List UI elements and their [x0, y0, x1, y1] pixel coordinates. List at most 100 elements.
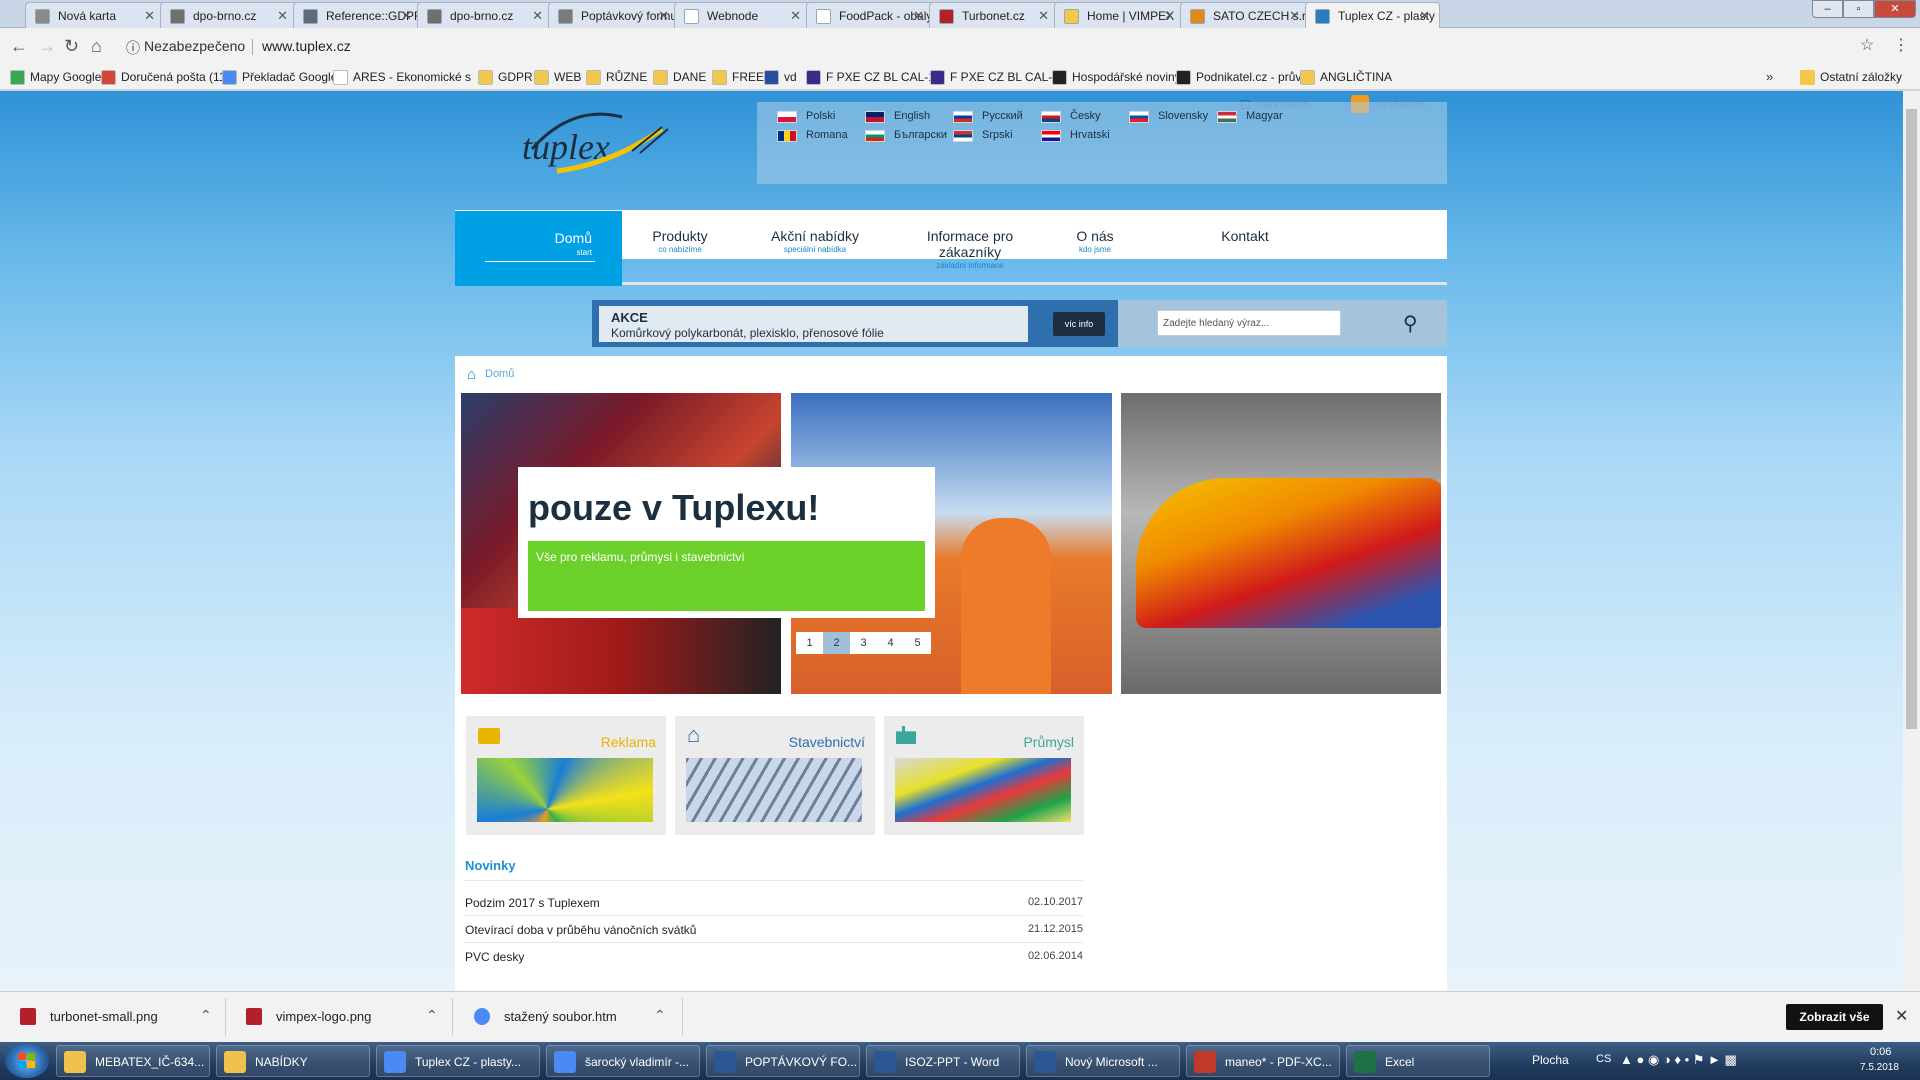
- more-bookmarks-icon[interactable]: »: [1766, 69, 1773, 84]
- breadcrumb-home[interactable]: Domů: [485, 368, 514, 380]
- download-item[interactable]: turbonet-small.png ⌃: [20, 992, 220, 1042]
- category-stavebnictvi[interactable]: ⌂ Stavebnictví: [675, 716, 875, 835]
- omnibox[interactable]: ⓘ Nezabezpečeno www.tuplex.cz: [116, 32, 1896, 62]
- taskbar-app[interactable]: ISOZ-PPT - Word: [866, 1045, 1020, 1077]
- back-icon[interactable]: ←: [10, 37, 28, 55]
- clock-time[interactable]: 0:06: [1870, 1046, 1891, 1058]
- browser-tab[interactable]: FoodPack - obaly ✕: [806, 2, 934, 28]
- maximize-button[interactable]: ▫: [1843, 0, 1874, 18]
- close-downloads-icon[interactable]: ✕: [1895, 1006, 1908, 1026]
- category-reklama[interactable]: Reklama: [466, 716, 666, 835]
- close-tab-icon[interactable]: ✕: [790, 8, 801, 24]
- bookmark-item[interactable]: Hospodářské noviny: [1052, 69, 1181, 87]
- taskbar-app[interactable]: šarocký vladimír -...: [546, 1045, 700, 1077]
- category-prumysl[interactable]: Průmysl: [884, 716, 1084, 835]
- reload-icon[interactable]: ↻: [64, 37, 79, 55]
- taskbar-app[interactable]: Nový Microsoft ...: [1026, 1045, 1180, 1077]
- forward-icon[interactable]: →: [38, 37, 56, 55]
- nav-item[interactable]: Akční nabídky speciální nabídka: [750, 228, 880, 254]
- chevron-up-icon[interactable]: ⌃: [426, 1007, 438, 1024]
- close-tab-icon[interactable]: ✕: [913, 8, 924, 24]
- browser-tab[interactable]: dpo-brno.cz ✕: [417, 2, 553, 28]
- bookmark-item[interactable]: F PXE CZ BL CAL-19: [930, 69, 1066, 87]
- bookmark-item[interactable]: vd: [764, 69, 797, 87]
- close-tab-icon[interactable]: ✕: [1289, 8, 1300, 24]
- slider-page-4[interactable]: 4: [877, 632, 904, 654]
- close-window-button[interactable]: ✕: [1874, 0, 1916, 18]
- news-item-title[interactable]: PVC desky: [465, 950, 524, 964]
- download-item[interactable]: vimpex-logo.png ⌃: [246, 992, 446, 1042]
- bookmark-item[interactable]: WEB: [534, 69, 581, 87]
- language-link[interactable]: Romana: [777, 129, 848, 143]
- close-tab-icon[interactable]: ✕: [401, 8, 412, 24]
- close-tab-icon[interactable]: ✕: [1038, 8, 1049, 24]
- browser-tab[interactable]: SATO CZECH s.r.o ✕: [1180, 2, 1310, 28]
- bookmark-item[interactable]: Doručená pošta (11): [101, 69, 230, 87]
- taskbar-app[interactable]: MEBATEX_IČ-634...: [56, 1045, 210, 1077]
- page-scrollbar[interactable]: [1903, 91, 1920, 991]
- browser-tab[interactable]: Turbonet.cz ✕: [929, 2, 1059, 28]
- bookmark-star-icon[interactable]: ☆: [1860, 37, 1874, 55]
- desktop-toolbar[interactable]: Plocha: [1532, 1053, 1569, 1067]
- download-item[interactable]: stažený soubor.htm ⌃: [474, 992, 674, 1042]
- taskbar-app[interactable]: Excel: [1346, 1045, 1490, 1077]
- close-tab-icon[interactable]: ✕: [1164, 8, 1175, 24]
- slider-page-2[interactable]: 2: [823, 632, 850, 654]
- news-item[interactable]: PVC desky 02.06.2014: [465, 950, 1083, 970]
- language-link[interactable]: Slovensky: [1129, 110, 1208, 124]
- bookmark-other[interactable]: Ostatní záložky: [1800, 69, 1902, 87]
- bookmark-item[interactable]: Podnikatel.cz - prův: [1176, 69, 1301, 87]
- search-input[interactable]: Zadejte hledaný výraz...: [1157, 310, 1341, 336]
- language-link[interactable]: Magyar: [1217, 110, 1283, 124]
- nav-item[interactable]: Produkty co nabízíme: [625, 228, 735, 254]
- close-tab-icon[interactable]: ✕: [144, 8, 155, 24]
- chevron-up-icon[interactable]: ⌃: [200, 1007, 212, 1024]
- slider-page-5[interactable]: 5: [904, 632, 931, 654]
- slider-page-1[interactable]: 1: [796, 632, 823, 654]
- slider-page-3[interactable]: 3: [850, 632, 877, 654]
- bookmark-item[interactable]: ANGLIČTINA: [1300, 69, 1392, 87]
- tray-icons[interactable]: ▲ ● ◉ ◑ ♦ • ⚑ ► ▩: [1620, 1052, 1737, 1068]
- browser-tab[interactable]: dpo-brno.cz ✕: [160, 2, 298, 28]
- url-text[interactable]: www.tuplex.cz: [262, 38, 351, 54]
- home-breadcrumb-icon[interactable]: ⌂: [467, 366, 476, 383]
- close-tab-icon[interactable]: ✕: [277, 8, 288, 24]
- language-link[interactable]: English: [865, 110, 930, 124]
- nav-item[interactable]: Kontakt: [1205, 228, 1285, 244]
- slider-caption-banner[interactable]: Vše pro reklamu, průmysl i stavebnictví: [528, 541, 925, 611]
- language-link[interactable]: Srpski: [953, 129, 1013, 143]
- taskbar-app[interactable]: Tuplex CZ - plasty...: [376, 1045, 540, 1077]
- start-button[interactable]: [5, 1044, 49, 1078]
- language-link[interactable]: Български: [865, 129, 947, 143]
- menu-icon[interactable]: ⋮: [1893, 37, 1909, 55]
- bookmark-item[interactable]: Překladač Google: [222, 69, 337, 87]
- news-item-title[interactable]: Podzim 2017 s Tuplexem: [465, 896, 600, 910]
- bookmark-item[interactable]: F PXE CZ BL CAL-18: [806, 69, 942, 87]
- browser-tab[interactable]: Poptávkový formu ✕: [548, 2, 679, 28]
- close-tab-icon[interactable]: ✕: [532, 8, 543, 24]
- taskbar-app[interactable]: NABÍDKY: [216, 1045, 370, 1077]
- clock-date[interactable]: 7.5.2018: [1860, 1062, 1899, 1073]
- language-link[interactable]: Polski: [777, 110, 835, 124]
- nav-item[interactable]: Informace pro zákazníky základní informac…: [895, 228, 1045, 270]
- nav-home[interactable]: Domů start: [455, 211, 622, 286]
- language-link[interactable]: Česky: [1041, 110, 1101, 124]
- home-icon[interactable]: ⌂: [91, 37, 102, 55]
- show-all-downloads-button[interactable]: Zobrazit vše: [1786, 1004, 1883, 1030]
- bookmark-item[interactable]: ARES - Ekonomické s: [333, 69, 471, 87]
- close-tab-icon[interactable]: ✕: [658, 8, 669, 24]
- chevron-up-icon[interactable]: ⌃: [654, 1007, 666, 1024]
- browser-tab[interactable]: Reference::GDPR z ✕: [293, 2, 422, 28]
- bookmark-item[interactable]: Mapy Google: [10, 69, 101, 87]
- language-indicator[interactable]: CS: [1596, 1053, 1611, 1065]
- news-item-title[interactable]: Otevírací doba v průběhu vánočních svátk…: [465, 923, 696, 937]
- browser-tab[interactable]: Nová karta ✕: [25, 2, 165, 28]
- nav-item[interactable]: O nás kdo jsme: [1045, 228, 1145, 254]
- bookmark-item[interactable]: DANE: [653, 69, 706, 87]
- scrollbar-thumb[interactable]: [1906, 109, 1917, 729]
- more-info-button[interactable]: víc info: [1053, 312, 1105, 336]
- taskbar-app[interactable]: POPTÁVKOVÝ FO...: [706, 1045, 860, 1077]
- close-tab-icon[interactable]: ✕: [1419, 8, 1430, 24]
- taskbar-app[interactable]: maneo* - PDF-XC...: [1186, 1045, 1340, 1077]
- language-link[interactable]: Русский: [953, 110, 1023, 124]
